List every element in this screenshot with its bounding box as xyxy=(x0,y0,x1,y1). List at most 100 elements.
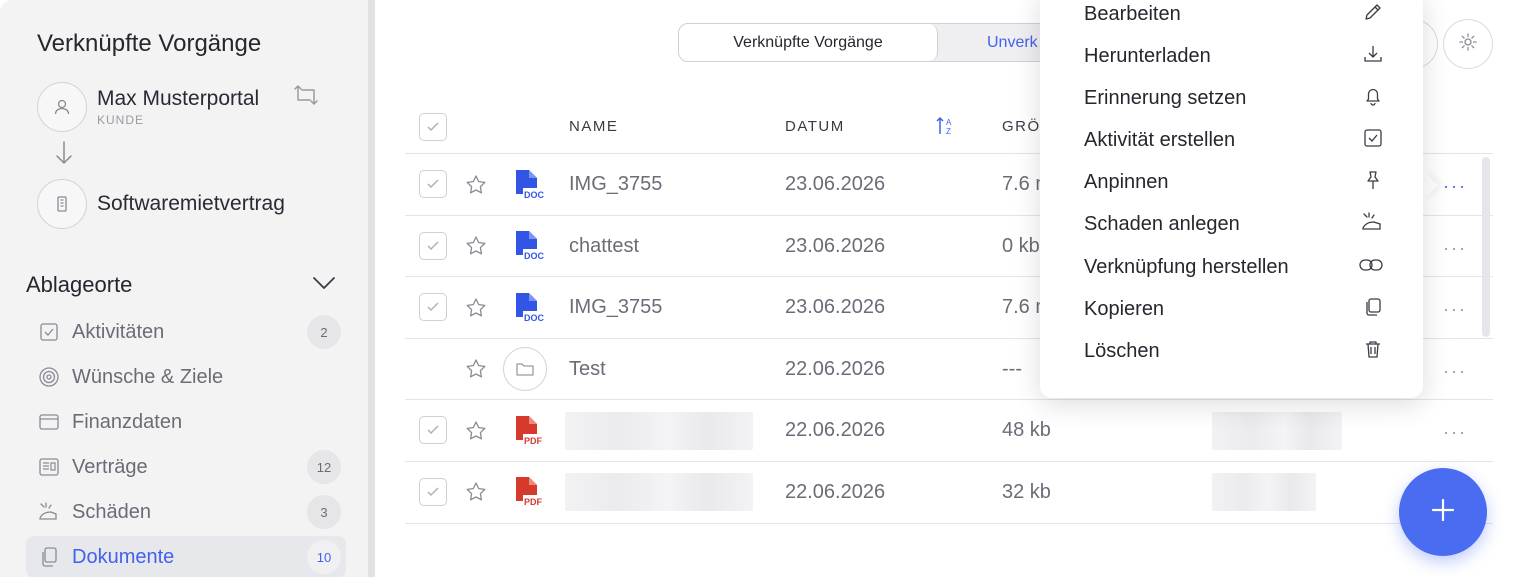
sidebar-title: Verknüpfte Vorgänge xyxy=(37,30,262,57)
sidebar-item-schaeden[interactable]: Schäden 3 xyxy=(26,491,346,533)
sort-az-icon[interactable]: AZ xyxy=(935,115,957,142)
arrow-down-icon xyxy=(54,140,74,171)
count-badge: 2 xyxy=(307,315,341,349)
swap-icon[interactable] xyxy=(292,82,320,113)
star-icon[interactable] xyxy=(464,154,488,215)
menu-item-label: Kopieren xyxy=(1084,297,1165,320)
pdf-file-icon: PDF xyxy=(511,462,545,523)
star-icon[interactable] xyxy=(464,462,488,523)
trash-icon xyxy=(1362,338,1384,365)
person-role: KUNDE xyxy=(97,113,145,127)
star-icon[interactable] xyxy=(464,216,488,277)
star-icon[interactable] xyxy=(464,400,488,461)
file-date: 22.06.2026 xyxy=(785,480,886,503)
damage-icon xyxy=(26,501,72,523)
file-name-redacted[interactable] xyxy=(565,462,753,523)
count-badge: 12 xyxy=(307,450,341,484)
file-name[interactable]: Test xyxy=(569,339,606,400)
row-checkbox[interactable] xyxy=(419,293,447,322)
row-checkbox[interactable] xyxy=(419,231,447,260)
doc-file-icon: DOC xyxy=(511,216,545,277)
star-icon[interactable] xyxy=(464,277,488,338)
menu-item-bearbeiten[interactable]: Bearbeiten xyxy=(1084,0,1384,34)
section-ablageorte[interactable]: Ablageorte xyxy=(26,272,336,298)
menu-item-schaden[interactable]: Schaden anlegen xyxy=(1084,204,1384,244)
sidebar-item-finanzdaten[interactable]: Finanzdaten xyxy=(26,401,346,443)
svg-text:DOC: DOC xyxy=(524,251,545,261)
menu-item-verknuepfung[interactable]: Verknüpfung herstellen xyxy=(1084,247,1384,287)
svg-text:A: A xyxy=(946,118,952,127)
section-title: Ablageorte xyxy=(26,272,133,297)
file-name[interactable]: IMG_3755 xyxy=(569,277,662,338)
sidebar-item-label: Dokumente xyxy=(72,545,175,568)
file-size: 32 kb xyxy=(1002,480,1051,503)
svg-text:DOC: DOC xyxy=(524,313,545,323)
bell-icon xyxy=(1362,85,1384,112)
file-size: 48 kb xyxy=(1002,419,1051,442)
sidebar-item-label: Verträge xyxy=(72,455,148,478)
linked-contract[interactable]: Softwaremietvertrag xyxy=(37,179,285,229)
svg-text:PDF: PDF xyxy=(524,436,543,446)
more-options-icon[interactable]: ··· xyxy=(1443,238,1467,259)
star-icon[interactable] xyxy=(464,339,488,400)
documents-icon xyxy=(26,546,72,568)
sidebar-item-label: Wünsche & Ziele xyxy=(72,365,224,388)
table-row[interactable]: PDF 22.06.2026 32 kb xyxy=(405,462,1493,524)
sidebar-item-vertraege[interactable]: Verträge 12 xyxy=(26,446,346,488)
sidebar-scrollbar[interactable] xyxy=(368,0,375,577)
redacted-cell xyxy=(1212,400,1342,461)
svg-text:DOC: DOC xyxy=(524,190,545,200)
row-checkbox[interactable] xyxy=(419,170,447,198)
tab-verknuepfte-vorgaenge[interactable]: Verknüpfte Vorgänge xyxy=(679,24,938,61)
settings-button[interactable] xyxy=(1443,19,1493,69)
doc-file-icon: DOC xyxy=(511,154,545,215)
sidebar-item-aktivitaeten[interactable]: Aktivitäten 2 xyxy=(26,311,346,353)
file-date: 22.06.2026 xyxy=(785,419,886,442)
linked-person[interactable]: Max Musterportal KUNDE xyxy=(37,82,259,132)
svg-text:Z: Z xyxy=(946,127,951,136)
file-date: 23.06.2026 xyxy=(785,234,886,257)
person-icon xyxy=(37,82,87,132)
more-options-icon[interactable]: ··· xyxy=(1443,299,1467,320)
menu-item-herunterladen[interactable]: Herunterladen xyxy=(1084,36,1384,76)
copy-icon xyxy=(1362,296,1384,323)
sidebar-item-label: Schäden xyxy=(72,500,151,523)
header-date[interactable]: DATUM xyxy=(785,118,845,135)
sidebar-item-label: Finanzdaten xyxy=(72,410,183,433)
menu-item-kopieren[interactable]: Kopieren xyxy=(1084,289,1384,329)
download-icon xyxy=(1362,43,1384,70)
menu-item-label: Bearbeiten xyxy=(1084,2,1181,25)
menu-item-label: Löschen xyxy=(1084,339,1160,362)
checkbox-icon xyxy=(26,322,72,342)
menu-item-loeschen[interactable]: Löschen xyxy=(1084,331,1384,371)
more-options-icon[interactable]: ··· xyxy=(1443,422,1467,443)
header-name[interactable]: NAME xyxy=(569,118,618,135)
context-menu: Bearbeiten Herunterladen Erinnerung setz… xyxy=(1040,0,1423,398)
sidebar-item-dokumente[interactable]: Dokumente 10 xyxy=(26,536,346,577)
file-name-redacted[interactable] xyxy=(565,400,753,461)
select-all-checkbox[interactable] xyxy=(419,113,447,141)
plus-icon xyxy=(1430,497,1456,528)
file-name[interactable]: chattest xyxy=(569,216,639,277)
more-options-icon[interactable]: ··· xyxy=(1443,176,1467,197)
pdf-file-icon: PDF xyxy=(511,400,545,461)
file-date: 23.06.2026 xyxy=(785,173,886,195)
menu-item-aktivitaet[interactable]: Aktivität erstellen xyxy=(1084,120,1384,160)
file-name[interactable]: IMG_3755 xyxy=(569,154,662,215)
menu-item-anpinnen[interactable]: Anpinnen xyxy=(1084,162,1384,202)
menu-item-erinnerung[interactable]: Erinnerung setzen xyxy=(1084,78,1384,118)
sidebar-item-wuensche[interactable]: Wünsche & Ziele xyxy=(26,356,346,398)
menu-item-label: Verknüpfung herstellen xyxy=(1084,255,1289,278)
table-row[interactable]: PDF 22.06.2026 48 kb ··· xyxy=(405,400,1493,462)
chevron-down-icon[interactable] xyxy=(312,276,336,295)
row-checkbox[interactable] xyxy=(419,416,447,445)
row-checkbox[interactable] xyxy=(419,477,447,506)
count-badge: 3 xyxy=(307,495,341,529)
add-button[interactable] xyxy=(1399,468,1487,556)
file-size: 0 kb xyxy=(1002,234,1040,257)
table-scrollbar[interactable] xyxy=(1482,157,1490,337)
file-date: 22.06.2026 xyxy=(785,357,886,380)
gear-icon xyxy=(1458,32,1478,57)
more-options-icon[interactable]: ··· xyxy=(1443,361,1467,382)
pencil-icon xyxy=(1362,1,1384,28)
